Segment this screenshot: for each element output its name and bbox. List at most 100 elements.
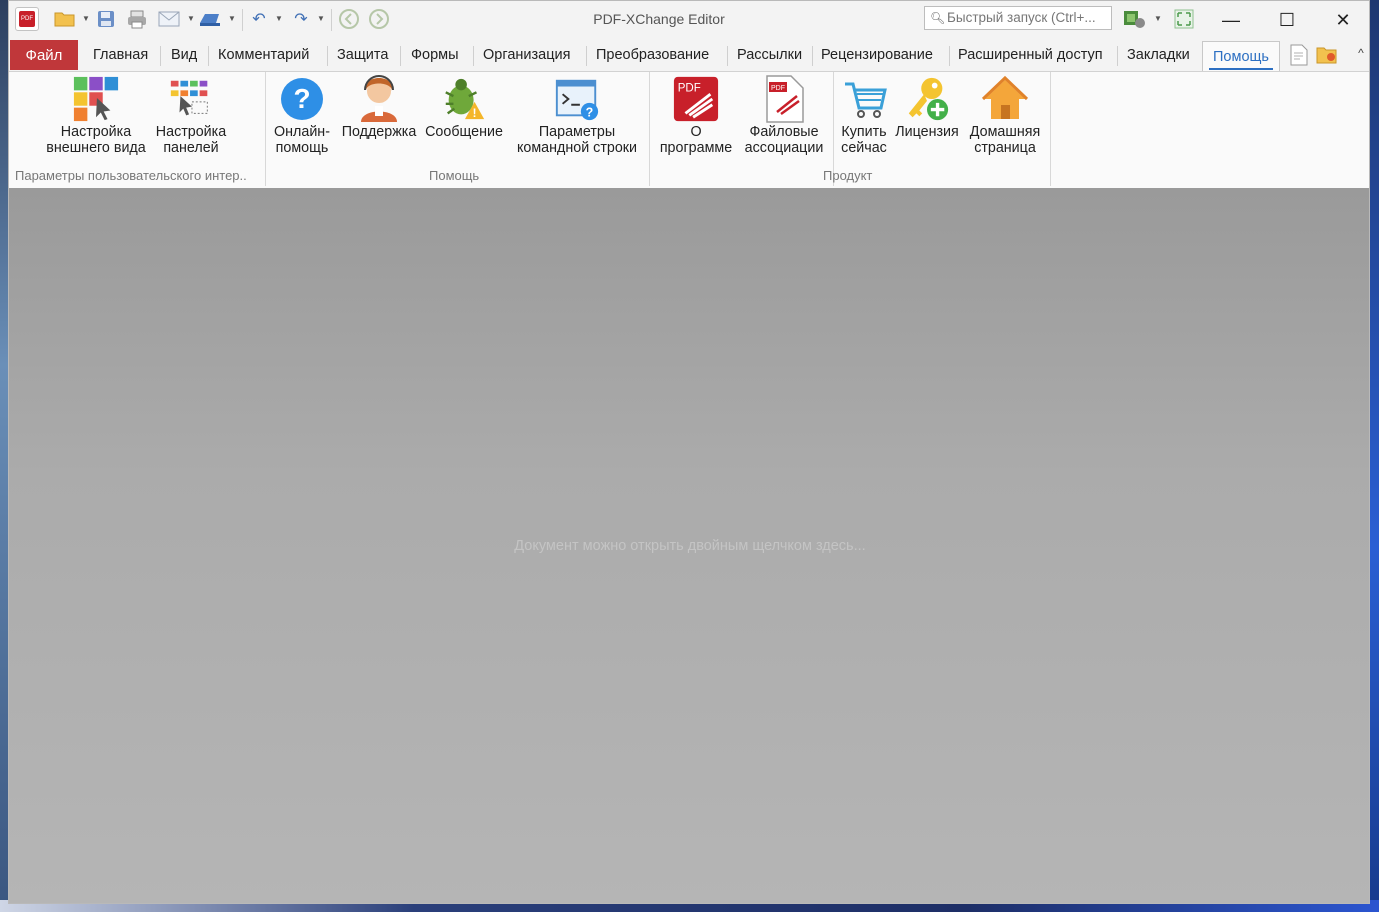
chevron-down-icon[interactable]: ▼ bbox=[82, 14, 90, 23]
customize-appearance-button[interactable]: Настройка внешнего вида bbox=[41, 74, 151, 166]
chevron-down-icon[interactable]: ▼ bbox=[275, 14, 283, 23]
quick-launch-search[interactable]: 🔍︎ Быстрый запуск (Ctrl+... bbox=[924, 6, 1112, 30]
group-divider bbox=[265, 72, 266, 186]
tab-convert[interactable]: Преобразование bbox=[596, 47, 709, 63]
button-label: Сообщение bbox=[425, 124, 503, 140]
chevron-down-icon[interactable]: ▼ bbox=[1154, 14, 1162, 23]
close-button[interactable]: ✕ bbox=[1315, 1, 1369, 39]
button-label: Онлайн- помощь bbox=[274, 124, 330, 156]
svg-text:PDF: PDF bbox=[771, 85, 785, 92]
tab-divider bbox=[1117, 46, 1118, 66]
bug-warning-icon: ! bbox=[440, 74, 488, 124]
report-bug-button[interactable]: ! Сообщение bbox=[421, 74, 507, 166]
tab-forms[interactable]: Формы bbox=[411, 47, 459, 63]
svg-text:?: ? bbox=[293, 83, 310, 114]
search-placeholder: Быстрый запуск (Ctrl+... bbox=[947, 10, 1096, 25]
tab-share[interactable]: Расширенный доступ bbox=[958, 47, 1103, 63]
tab-home[interactable]: Главная bbox=[93, 47, 148, 63]
title-bar: PDF ▼ ▼ ▼ ↶ ▼ ↷ ▼ PDF-XChange Editor 🔍︎ … bbox=[9, 1, 1369, 39]
button-label: Настройка внешнего вида bbox=[46, 124, 146, 156]
tab-protect[interactable]: Защита bbox=[337, 47, 388, 63]
toolbar-separator bbox=[242, 9, 243, 31]
collapse-ribbon-icon[interactable]: ^ bbox=[1349, 41, 1369, 65]
command-line-options-button[interactable]: ? Параметры командной строки bbox=[509, 74, 645, 166]
tab-divider bbox=[812, 46, 813, 66]
tab-comment[interactable]: Комментарий bbox=[218, 47, 309, 63]
minimize-button[interactable]: — bbox=[1203, 1, 1259, 39]
email-icon[interactable] bbox=[157, 7, 181, 31]
document-properties-icon[interactable] bbox=[1287, 43, 1311, 67]
button-label: Поддержка bbox=[341, 124, 417, 140]
tab-review[interactable]: Рецензирование bbox=[821, 47, 933, 63]
tab-divider bbox=[160, 46, 161, 66]
tab-help[interactable]: Помощь bbox=[1202, 41, 1280, 72]
toolbar-separator bbox=[331, 9, 332, 31]
fullscreen-icon[interactable] bbox=[1172, 7, 1196, 31]
tab-divider bbox=[208, 46, 209, 66]
home-icon bbox=[981, 74, 1029, 124]
empty-document-hint: Документ можно открыть двойным щелчком з… bbox=[514, 538, 866, 554]
search-icon: 🔍︎ bbox=[930, 11, 946, 25]
pdf-logo-icon: PDF bbox=[672, 74, 720, 124]
support-agent-icon bbox=[355, 74, 403, 124]
tab-divider bbox=[327, 46, 328, 66]
window-title: PDF-XChange Editor bbox=[593, 11, 725, 27]
chevron-down-icon[interactable]: ▼ bbox=[317, 14, 325, 23]
pdf-file-icon: PDF bbox=[760, 74, 808, 124]
undo-icon[interactable]: ↶ bbox=[247, 7, 271, 31]
document-area[interactable]: Документ можно открыть двойным щелчком з… bbox=[9, 188, 1369, 903]
help-icon: ? bbox=[278, 74, 326, 124]
shopping-cart-icon bbox=[840, 74, 888, 124]
customize-ui-icon[interactable] bbox=[1123, 7, 1147, 31]
tab-bookmarks[interactable]: Закладки bbox=[1127, 47, 1190, 63]
svg-text:PDF: PDF bbox=[678, 82, 701, 94]
license-button[interactable]: Лицензия bbox=[893, 74, 961, 166]
customize-panels-button[interactable]: Настройка панелей bbox=[151, 74, 231, 166]
forward-icon[interactable] bbox=[367, 7, 391, 31]
tab-view[interactable]: Вид bbox=[171, 47, 197, 63]
open-folder-icon[interactable] bbox=[53, 7, 77, 31]
appearance-icon bbox=[72, 74, 120, 124]
tab-divider bbox=[473, 46, 474, 66]
tab-mailings[interactable]: Рассылки bbox=[737, 47, 802, 63]
ribbon-panel: Настройка внешнего вида Настройка панеле… bbox=[9, 71, 1369, 189]
button-label: Параметры командной строки bbox=[516, 124, 638, 156]
group-label-product: Продукт bbox=[823, 168, 873, 183]
ribbon-tabs: Файл Главная Вид Комментарий Защита Форм… bbox=[9, 39, 1369, 72]
panels-icon bbox=[167, 74, 215, 124]
app-window: PDF ▼ ▼ ▼ ↶ ▼ ↷ ▼ PDF-XChange Editor 🔍︎ … bbox=[8, 0, 1370, 904]
tab-divider bbox=[949, 46, 950, 66]
print-icon[interactable] bbox=[125, 7, 149, 31]
tab-organize[interactable]: Организация bbox=[483, 47, 570, 63]
group-label-ui-options: Параметры пользовательского интер.. bbox=[15, 168, 247, 183]
maximize-button[interactable]: ☐ bbox=[1259, 1, 1315, 39]
folder-star-icon[interactable] bbox=[1315, 43, 1339, 67]
button-label: Лицензия bbox=[895, 124, 959, 140]
key-add-icon bbox=[903, 74, 951, 124]
home-page-button[interactable]: Домашняя страница bbox=[963, 74, 1047, 166]
command-line-icon: ? bbox=[553, 74, 601, 124]
file-associations-button[interactable]: PDF Файловые ассоциации bbox=[739, 74, 829, 166]
scanner-icon[interactable] bbox=[198, 7, 222, 31]
tab-divider bbox=[400, 46, 401, 66]
chevron-down-icon[interactable]: ▼ bbox=[228, 14, 236, 23]
redo-icon[interactable]: ↷ bbox=[289, 7, 313, 31]
button-label: Настройка панелей bbox=[155, 124, 227, 156]
app-logo-icon[interactable]: PDF bbox=[15, 7, 39, 31]
about-button[interactable]: PDF О программе bbox=[654, 74, 738, 166]
tab-file[interactable]: Файл bbox=[10, 40, 78, 70]
button-label: Купить сейчас bbox=[841, 124, 887, 156]
back-icon[interactable] bbox=[337, 7, 361, 31]
group-label-help: Помощь bbox=[429, 168, 480, 183]
group-divider bbox=[649, 72, 650, 186]
button-label: Домашняя страница bbox=[969, 124, 1041, 156]
support-button[interactable]: Поддержка bbox=[337, 74, 421, 166]
tab-divider bbox=[586, 46, 587, 66]
save-icon[interactable] bbox=[94, 7, 118, 31]
chevron-down-icon[interactable]: ▼ bbox=[187, 14, 195, 23]
online-help-button[interactable]: ? Онлайн- помощь bbox=[269, 74, 335, 166]
svg-text:!: ! bbox=[473, 108, 477, 120]
buy-now-button[interactable]: Купить сейчас bbox=[835, 74, 893, 166]
tab-divider bbox=[727, 46, 728, 66]
svg-text:?: ? bbox=[586, 105, 594, 119]
